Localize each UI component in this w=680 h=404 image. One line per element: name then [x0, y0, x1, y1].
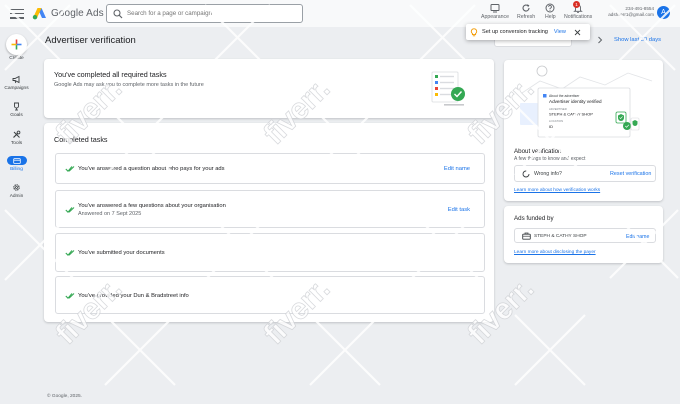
wrong-info-box: Wrong info? Reset verification [514, 165, 656, 182]
learn-verification-link[interactable]: Learn more about how verification works [514, 188, 600, 193]
ads-funded-card: Ads funded by STEPH & CATHY SHOP Edit na… [504, 206, 663, 263]
ads-funded-title: Ads funded by [514, 215, 554, 222]
toast-view-link[interactable]: View [554, 29, 566, 35]
verification-illustration: About the advertiser Advertiser identity… [520, 65, 653, 138]
rail-label-campaigns: Campaigns [4, 86, 29, 91]
rail-item-billing[interactable]: Billing [0, 156, 33, 172]
rail-item-tools[interactable]: Tools [0, 130, 33, 146]
account-info[interactable]: 234-491-8554 adsfiverr1@gmail.com [602, 6, 654, 18]
rail-item-admin[interactable]: Admin [0, 183, 33, 199]
refresh-label: Refresh [517, 14, 536, 20]
illus-advertiser-label: ADVERTISER [549, 107, 567, 111]
account-email: adsfiverr1@gmail.com [608, 12, 654, 17]
wrong-info-label: Wrong info? [534, 171, 562, 177]
completed-banner-subtitle: Google Ads may ask you to complete more … [54, 82, 204, 88]
avatar[interactable]: A [657, 6, 670, 19]
illus-location-label: LOCATION [549, 119, 563, 123]
refresh-icon [522, 4, 530, 12]
illus-header-text: About the advertiser [549, 94, 580, 98]
about-verification-card: About the advertiser Advertiser identity… [504, 60, 663, 201]
top-app-bar: Google Ads Appearance Refresh Help [0, 0, 680, 27]
appearance-label: Appearance [481, 14, 509, 20]
task-label: You've answered a question about who pay… [78, 166, 225, 172]
create-label: Create [9, 56, 24, 61]
help-label: Help [545, 14, 556, 20]
illus-status-text: Advertiser identity verified [549, 99, 602, 104]
about-verification-subtitle: A few things to know and expect [514, 156, 586, 162]
checklist-illustration [431, 71, 465, 106]
reset-verification-button[interactable]: Reset verification [610, 171, 651, 177]
notifications-button[interactable]: 1 Notifications [564, 1, 593, 20]
task-row: You've provided your Dun & Bradstreet in… [55, 276, 485, 314]
search-bar[interactable] [106, 4, 303, 23]
conversion-tracking-toast: Set up conversion tracking View [466, 24, 590, 40]
chevron-right-icon[interactable] [596, 35, 604, 45]
learn-disclosing-payer-link[interactable]: Learn more about disclosing the payer [514, 250, 596, 255]
task-date: Answered on 7 Sept 2025 [78, 211, 142, 217]
task-label: You've answered a few questions about yo… [78, 203, 226, 209]
rail-label-admin: Admin [9, 194, 24, 199]
double-check-icon [65, 207, 75, 214]
appearance-button[interactable]: Appearance [481, 3, 509, 20]
help-button[interactable]: Help [545, 3, 556, 20]
completed-tasks-title: Completed tasks [54, 135, 108, 144]
task-row: You've answered a question about who pay… [55, 153, 485, 184]
app-name: Google Ads [51, 8, 104, 19]
task-label: You've submitted your documents [78, 250, 165, 256]
main-menu-icon[interactable] [10, 8, 24, 19]
create-button[interactable] [6, 34, 27, 55]
double-check-icon [65, 166, 75, 173]
toast-text: Set up conversion tracking [482, 29, 548, 35]
briefcase-icon [522, 232, 531, 240]
rail-label-tools: Tools [10, 141, 23, 146]
payer-name: STEPH & CATHY SHOP [534, 233, 587, 239]
edit-payer-name-button[interactable]: Edit name [626, 234, 649, 240]
double-check-icon [65, 293, 75, 300]
rail-item-goals[interactable]: Goals [0, 102, 33, 118]
page-title: Advertiser verification [45, 35, 136, 46]
refresh-button[interactable]: Refresh [517, 3, 535, 20]
credit-card-icon [12, 157, 21, 164]
edit-name-button[interactable]: Edit name [444, 166, 470, 172]
edit-task-button[interactable]: Edit task [448, 207, 470, 213]
lightbulb-icon [470, 27, 478, 36]
help-icon [545, 3, 555, 13]
task-row: You've submitted your documents [55, 233, 485, 272]
completed-tasks-card: Completed tasks You've answered a questi… [44, 123, 494, 322]
completed-banner-title: You've completed all required tasks [54, 70, 167, 79]
gear-icon [13, 184, 20, 191]
illus-id-label: ID [549, 124, 553, 129]
footer-copyright: © Google, 2025. [47, 394, 83, 399]
appearance-icon [490, 4, 500, 13]
tools-icon [13, 130, 21, 138]
rail-label-goals: Goals [10, 113, 23, 118]
task-label: You've provided your Dun & Bradstreet in… [78, 293, 189, 299]
search-icon [113, 8, 123, 18]
search-input[interactable] [127, 10, 297, 17]
double-check-icon [65, 250, 75, 257]
google-ads-logo[interactable]: Google Ads [32, 7, 104, 20]
show-last-30-days-link[interactable]: Show last 30 days [614, 37, 661, 43]
billing-active-pill [6, 156, 27, 165]
illus-advertiser-name: STEPH & CATHY SHOP [549, 112, 593, 117]
notifications-label: Notifications [564, 14, 593, 20]
google-ads-logo-icon [32, 8, 46, 20]
rail-label-billing: Billing [10, 167, 23, 172]
megaphone-icon [12, 75, 20, 84]
payer-row: STEPH & CATHY SHOP Edit name [514, 228, 656, 243]
navigation-rail: Create Campaigns Goals Tools Billing Adm… [0, 27, 33, 404]
notification-badge: 1 [573, 1, 580, 8]
completed-banner-card: You've completed all required tasks Goog… [44, 59, 494, 118]
loading-icon [522, 170, 530, 178]
trophy-icon [14, 102, 19, 111]
about-verification-title: About verification [514, 148, 562, 155]
close-icon[interactable] [574, 29, 581, 36]
rail-item-campaigns[interactable]: Campaigns [0, 75, 33, 91]
create-label-item[interactable]: Create [0, 56, 33, 61]
task-row: You've answered a few questions about yo… [55, 190, 485, 228]
plus-icon [11, 39, 22, 50]
